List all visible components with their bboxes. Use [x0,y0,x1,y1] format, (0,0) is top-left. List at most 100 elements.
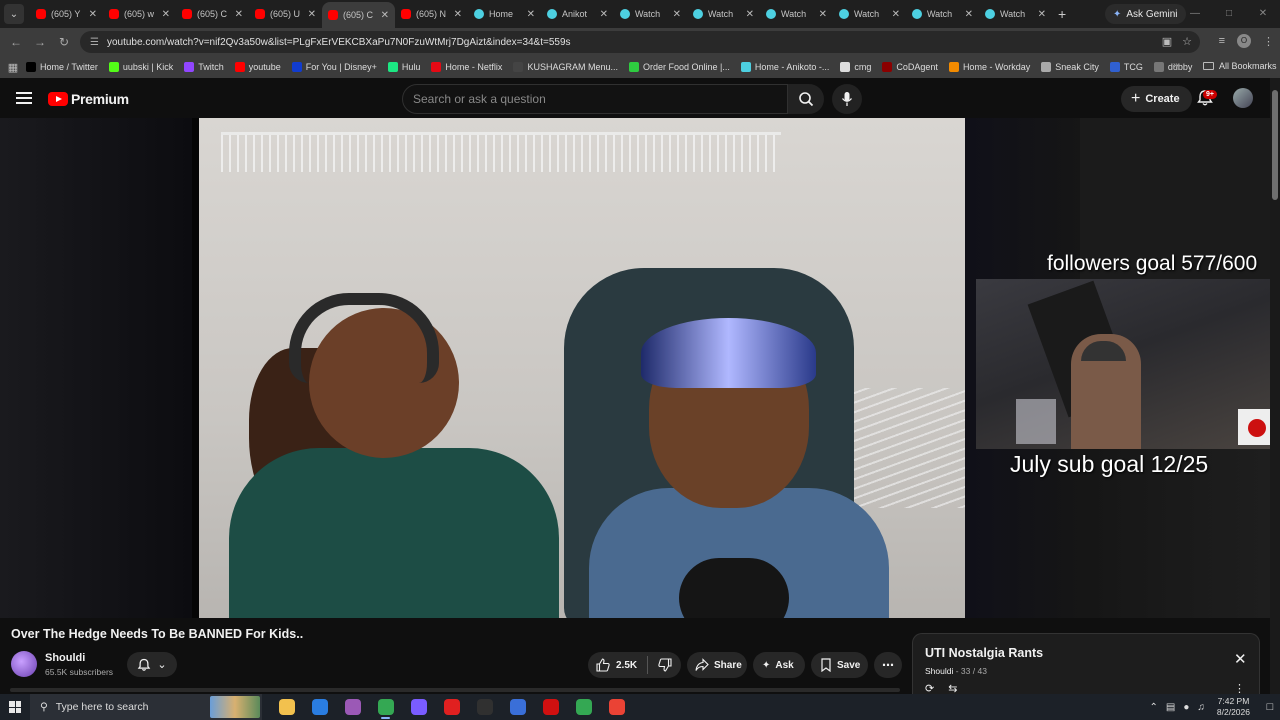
maximize-button[interactable]: □ [1212,0,1246,28]
taskbar-clock[interactable]: 7:42 PM 8/2/2026 [1217,696,1250,718]
page-scrollbar[interactable] [1270,78,1280,696]
notification-center-icon[interactable]: □ [1260,701,1280,713]
network-icon[interactable]: ▤ [1166,702,1175,713]
discord-like-app-button[interactable] [336,694,369,720]
all-bookmarks-button[interactable]: All Bookmarks [1203,61,1277,71]
save-button[interactable]: Save [811,652,868,678]
bookmark-item[interactable]: TCG [1109,62,1143,72]
subscription-bell-button[interactable]: ⌄ [127,652,177,677]
reload-button[interactable]: ↻ [52,35,76,49]
close-tab-icon[interactable]: ✕ [381,10,389,21]
close-tab-icon[interactable]: ✕ [454,9,462,20]
bookmark-item[interactable]: cmg [840,62,871,72]
profile-avatar[interactable]: O [1237,34,1251,48]
back-button[interactable]: ← [4,35,28,49]
close-tab-icon[interactable]: ✕ [235,9,243,20]
account-avatar[interactable] [1233,88,1253,108]
media-app-button[interactable] [435,694,468,720]
volume-icon[interactable]: ♫ [1197,702,1205,713]
bookmark-item[interactable]: Twitch [184,62,224,72]
menu-icon[interactable] [16,92,32,104]
minimize-button[interactable]: — [1178,0,1212,28]
bookmark-item[interactable]: Home / Twitter [26,62,98,72]
bookmark-item[interactable]: youtube [234,62,281,72]
close-window-button[interactable]: ✕ [1246,0,1280,28]
address-bar[interactable]: ☰ youtube.com/watch?v=nif2Qv3a50w&list=P… [80,31,1200,53]
create-button[interactable]: + Create [1121,86,1192,112]
chrome-app-1-button[interactable] [369,694,402,720]
browser-tab[interactable]: Watch ✕ [687,2,760,26]
close-playlist-icon[interactable]: ✕ [1234,650,1247,668]
browser-tab[interactable]: Watch ✕ [906,2,979,26]
amd-app-button[interactable] [534,694,567,720]
more-bookmarks-icon[interactable]: » [1173,60,1179,71]
browser-menu-icon[interactable]: ⋮ [1263,35,1274,48]
tab-search-button[interactable]: ⌄ [4,4,24,24]
share-button[interactable]: Share [687,652,747,678]
close-tab-icon[interactable]: ✕ [819,9,827,20]
close-tab-icon[interactable]: ✕ [746,9,754,20]
close-tab-icon[interactable]: ✕ [673,9,681,20]
bookmark-item[interactable]: Home - Workday [948,62,1030,72]
browser-tab[interactable]: (605) Y ✕ [30,2,103,26]
chrome-app-2-button[interactable] [567,694,600,720]
chrome-app-3-button[interactable] [600,694,633,720]
search-button[interactable] [788,84,824,114]
voice-search-button[interactable] [832,84,862,114]
media-controls-icon[interactable]: ≡ [1219,35,1225,47]
close-tab-icon[interactable]: ✕ [308,9,316,20]
site-info-icon[interactable]: ☰ [90,37,99,48]
browser-tab[interactable]: (605) U ✕ [249,2,322,26]
browser-tab[interactable]: (605) C ✕ [176,2,249,26]
install-app-icon[interactable]: ▣ [1162,35,1172,48]
close-tab-icon[interactable]: ✕ [527,9,535,20]
ask-button[interactable]: ✦ Ask [753,652,805,678]
tray-overflow-icon[interactable]: ⌃ [1150,702,1158,713]
file-explorer-button[interactable] [270,694,303,720]
browser-tab[interactable]: Home ✕ [468,2,541,26]
playlist-title[interactable]: UTI Nostalgia Rants [925,646,1043,660]
playlist-owner[interactable]: Shouldi [925,666,953,676]
store-app-button[interactable] [303,694,336,720]
search-input[interactable]: Search or ask a question [402,84,788,114]
browser-tab[interactable]: Watch ✕ [760,2,833,26]
browser-tab[interactable]: (605) w ✕ [103,2,176,26]
new-tab-button[interactable]: + [1058,6,1066,22]
microphone-tray-icon[interactable]: ● [1183,702,1189,713]
browser-tab[interactable]: Watch ✕ [614,2,687,26]
blue-app-button[interactable] [501,694,534,720]
bookmark-item[interactable]: Hulu [387,62,420,72]
bookmark-item[interactable]: KUSHAGRAM Menu... [513,62,618,72]
close-tab-icon[interactable]: ✕ [892,9,900,20]
start-button[interactable] [0,701,30,713]
bookmark-item[interactable]: Sneak City [1041,62,1099,72]
browser-tab[interactable]: (605) N ✕ [395,2,468,26]
bookmark-star-icon[interactable]: ☆ [1182,35,1192,48]
obs-app-button[interactable] [468,694,501,720]
close-tab-icon[interactable]: ✕ [965,9,973,20]
bookmark-item[interactable]: For You | Disney+ [291,62,377,72]
more-actions-button[interactable]: ⋯ [874,652,902,678]
bookmark-item[interactable]: Home - Netflix [431,62,502,72]
bookmark-item[interactable]: Order Food Online |... [628,62,730,72]
close-tab-icon[interactable]: ✕ [1038,9,1046,20]
taskbar-search[interactable]: ⚲ Type here to search [30,694,262,720]
bookmark-item[interactable]: CoDAgent [882,62,938,72]
apps-grid-icon[interactable]: ▦ [0,61,26,74]
youtube-logo[interactable]: Premium [48,91,129,107]
game-controller-app-button[interactable] [402,694,435,720]
forward-button[interactable]: → [28,35,52,49]
scrollbar-thumb[interactable] [1272,90,1278,200]
browser-tab[interactable]: Anikot ✕ [541,2,614,26]
browser-tab[interactable]: Watch ✕ [833,2,906,26]
like-button[interactable]: 2.5K [596,658,637,672]
channel-avatar[interactable] [11,651,37,677]
thumbs-down-icon[interactable] [658,658,672,672]
browser-tab[interactable]: Watch ✕ [979,2,1052,26]
close-tab-icon[interactable]: ✕ [600,9,608,20]
bookmark-item[interactable]: Home - Anikoto -... [740,62,829,72]
close-tab-icon[interactable]: ✕ [89,9,97,20]
bookmark-item[interactable]: uubski | Kick [108,62,173,72]
ask-gemini-button[interactable]: ✦ Ask Gemini [1105,4,1186,24]
close-tab-icon[interactable]: ✕ [162,9,170,20]
